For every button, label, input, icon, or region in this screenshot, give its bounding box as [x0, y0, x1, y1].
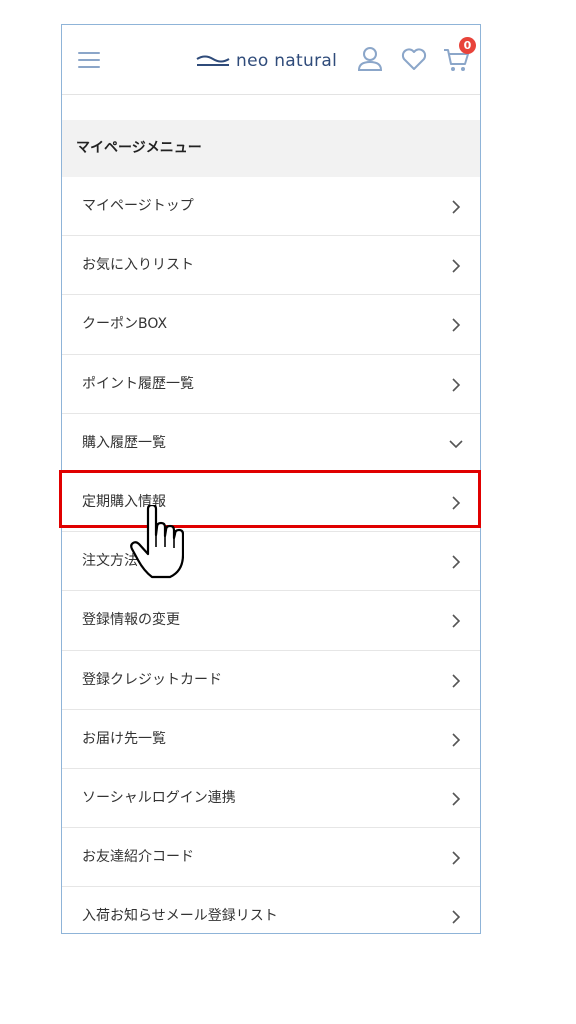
chevron-right-icon	[452, 200, 461, 214]
chevron-right-icon	[452, 673, 461, 688]
cart-count-badge: 0	[459, 37, 476, 54]
menu-item-favorites[interactable]: お気に入りリスト	[62, 236, 480, 296]
user-icon[interactable]	[356, 45, 384, 73]
chevron-right-icon	[452, 910, 461, 924]
menu-title: マイページメニュー	[62, 120, 480, 177]
chevron-right-icon	[452, 851, 461, 865]
menu-item-label: お気に入りリスト	[82, 257, 194, 274]
cart-icon[interactable]: 0	[442, 37, 476, 73]
menu-item-label: 登録クレジットカード	[82, 671, 222, 688]
chevron-right-icon	[452, 377, 461, 392]
wave-logo-icon	[196, 55, 230, 66]
hamburger-icon[interactable]	[78, 52, 100, 68]
chevron-right-icon	[452, 733, 461, 747]
menu-item-credit-cards[interactable]: 登録クレジットカード	[62, 651, 480, 710]
site-logo[interactable]: neo natural	[196, 49, 337, 73]
chevron-right-icon	[452, 792, 461, 806]
menu-item-label: お友達紹介コード	[82, 849, 194, 866]
menu-item-social-login[interactable]: ソーシャルログイン連携	[62, 769, 480, 829]
menu-item-label: クーポンBOX	[82, 316, 168, 333]
menu-item-label: 入荷お知らせメール登録リスト	[82, 908, 278, 925]
menu-item-edit-profile[interactable]: 登録情報の変更	[62, 591, 480, 651]
site-header: neo natural 0	[62, 25, 480, 95]
chevron-right-icon	[452, 496, 461, 510]
menu-item-mypage-top[interactable]: マイページトップ	[62, 177, 480, 237]
menu-item-label: 注文方法の保存	[82, 553, 180, 570]
menu-item-label: ポイント履歴一覧	[82, 375, 194, 392]
menu-item-saved-order-method[interactable]: 注文方法の保存	[62, 532, 480, 592]
chevron-right-icon	[452, 555, 461, 569]
chevron-right-icon	[452, 614, 461, 628]
menu-item-restock-notifications[interactable]: 入荷お知らせメール登録リスト	[62, 887, 480, 933]
menu-item-label: 購入履歴一覧	[82, 434, 166, 451]
menu-item-shipping-addresses[interactable]: お届け先一覧	[62, 710, 480, 769]
chevron-right-icon	[452, 259, 461, 273]
menu-item-label: ソーシャルログイン連携	[82, 789, 236, 806]
menu-item-label: 登録情報の変更	[82, 612, 180, 629]
menu-item-label: お届け先一覧	[82, 730, 166, 747]
logo-text: neo natural	[236, 51, 338, 71]
menu-list: マイページトップ お気に入りリスト クーポンBOX ポイント履歴一覧 購入履歴一…	[62, 177, 480, 933]
menu-item-referral-code[interactable]: お友達紹介コード	[62, 828, 480, 888]
menu-item-coupon-box[interactable]: クーポンBOX	[62, 295, 480, 355]
menu-item-purchase-history[interactable]: 購入履歴一覧	[62, 414, 480, 473]
menu-item-label: 定期購入情報	[82, 493, 166, 510]
menu-item-point-history[interactable]: ポイント履歴一覧	[62, 355, 480, 414]
chevron-right-icon	[452, 318, 461, 332]
chevron-down-icon	[449, 440, 463, 448]
heart-icon[interactable]	[400, 45, 428, 73]
phone-frame: neo natural 0 マイページメニュー マイページトップ お気に入りリス…	[61, 24, 481, 934]
menu-item-label: マイページトップ	[82, 198, 194, 214]
menu-item-subscription-info[interactable]: 定期購入情報	[62, 473, 480, 533]
